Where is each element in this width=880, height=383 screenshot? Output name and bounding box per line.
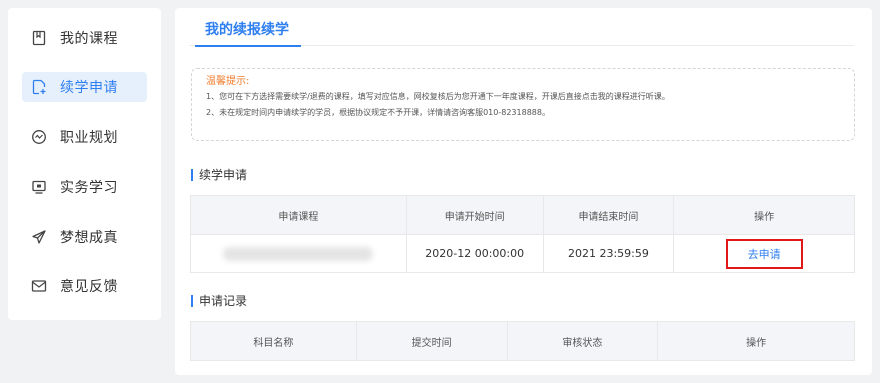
column-header: 申请开始时间 — [405, 195, 544, 235]
redacted-course-name — [223, 246, 374, 261]
section-title-records: 申请记录 — [191, 294, 247, 308]
document-add-icon — [30, 78, 48, 96]
mail-icon — [30, 277, 48, 295]
paper-plane-icon — [30, 228, 48, 246]
tab-bar: 我的续报续学 — [189, 8, 854, 47]
end-time-cell: 2021 23:59:59 — [542, 234, 675, 273]
tab-my-renewal[interactable]: 我的续报续学 — [195, 8, 301, 47]
column-header: 操作 — [657, 321, 855, 361]
records-table: 科目名称 提交时间 审核状态 操作 — [190, 321, 855, 361]
monitor-icon — [30, 178, 48, 196]
main-panel: 我的续报续学 温馨提示: 1、您可在下方选择需要续学/退费的课程，填写对应信息，… — [175, 8, 872, 375]
notice-box: 温馨提示: 1、您可在下方选择需要续学/退费的课程，填写对应信息，网校复核后为您… — [191, 68, 855, 141]
table-header-row: 科目名称 提交时间 审核状态 操作 — [190, 321, 855, 361]
course-cell — [190, 234, 407, 273]
sidebar-item-dream-come-true[interactable]: 梦想成真 — [22, 222, 147, 252]
table-row: 2020-12 00:00:00 2021 23:59:59 去申请 — [190, 234, 855, 273]
sidebar-item-career-planning[interactable]: 职业规划 — [22, 122, 147, 152]
column-header: 申请结束时间 — [542, 195, 675, 235]
start-time-cell: 2020-12 00:00:00 — [405, 234, 544, 273]
sidebar: 我的课程 续学申请 职业规划 实务学习 梦想成真 意见反馈 — [8, 8, 161, 320]
notice-title: 温馨提示: — [206, 76, 250, 87]
apply-highlight: 去申请 — [725, 238, 803, 269]
sidebar-item-label: 实务学习 — [60, 180, 118, 196]
sidebar-item-label: 梦想成真 — [60, 230, 118, 246]
sidebar-item-label: 续学申请 — [60, 80, 118, 96]
section-title-apply: 续学申请 — [191, 168, 247, 182]
notice-line: 1、您可在下方选择需要续学/退费的课程，填写对应信息，网校复核后为您开通下一年度… — [206, 92, 670, 101]
compass-icon — [30, 128, 48, 146]
column-header: 操作 — [673, 195, 855, 235]
sidebar-item-practical-study[interactable]: 实务学习 — [22, 172, 147, 202]
sidebar-item-label: 我的课程 — [60, 31, 118, 47]
apply-button[interactable]: 去申请 — [748, 248, 781, 261]
notice-line: 2、未在规定时间内申请续学的学员，根据协议规定不予开课，详情请咨询客服010-8… — [206, 108, 550, 117]
column-header: 提交时间 — [355, 321, 508, 361]
table-header-row: 申请课程 申请开始时间 申请结束时间 操作 — [190, 195, 855, 235]
sidebar-item-label: 职业规划 — [60, 130, 118, 146]
sidebar-item-label: 意见反馈 — [60, 279, 118, 295]
column-header: 申请课程 — [190, 195, 407, 235]
action-cell: 去申请 — [673, 234, 855, 273]
sidebar-item-feedback[interactable]: 意见反馈 — [22, 271, 147, 301]
sidebar-item-renewal-application[interactable]: 续学申请 — [22, 72, 147, 102]
book-icon — [30, 29, 48, 47]
column-header: 审核状态 — [506, 321, 659, 361]
column-header: 科目名称 — [190, 321, 357, 361]
sidebar-item-my-courses[interactable]: 我的课程 — [22, 23, 147, 53]
apply-table: 申请课程 申请开始时间 申请结束时间 操作 2020-12 00:00:00 2… — [190, 195, 855, 273]
